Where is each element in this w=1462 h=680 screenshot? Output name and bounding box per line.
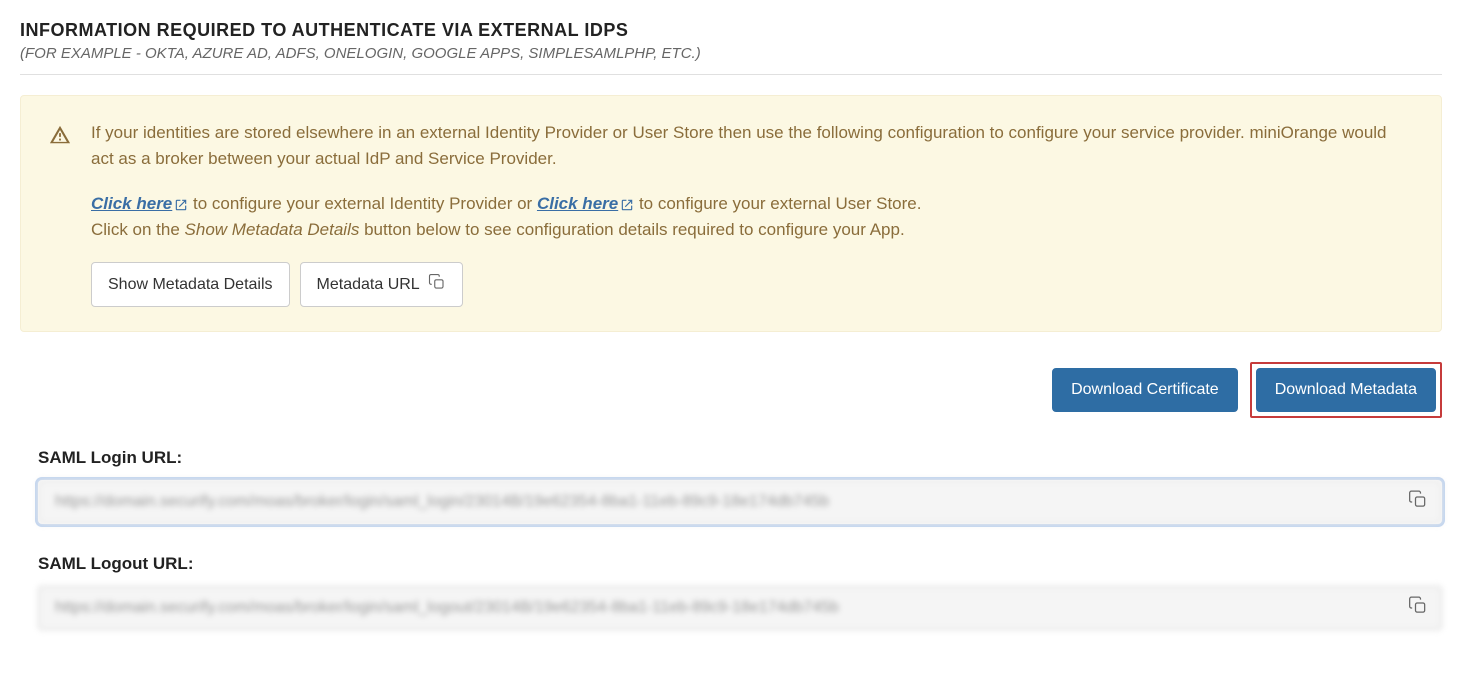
- section-title: INFORMATION REQUIRED TO AUTHENTICATE VIA…: [20, 20, 1442, 41]
- configure-idp-link[interactable]: Click here: [91, 194, 188, 213]
- external-link-icon: [620, 198, 634, 212]
- configure-userstore-link[interactable]: Click here: [537, 194, 634, 213]
- section-subtitle: (FOR EXAMPLE - OKTA, AZURE AD, ADFS, ONE…: [20, 45, 1442, 62]
- download-metadata-button[interactable]: Download Metadata: [1256, 368, 1436, 412]
- saml-logout-label: SAML Logout URL:: [38, 554, 1442, 574]
- alert-paragraph-1: If your identities are stored elsewhere …: [91, 120, 1413, 171]
- download-row: Download Certificate Download Metadata: [20, 362, 1442, 418]
- copy-icon: [428, 273, 446, 296]
- copy-icon[interactable]: [1408, 596, 1428, 621]
- download-certificate-button[interactable]: Download Certificate: [1052, 368, 1238, 412]
- saml-logout-url-input[interactable]: [38, 586, 1442, 630]
- show-metadata-button[interactable]: Show Metadata Details: [91, 262, 290, 307]
- warning-icon: [49, 124, 71, 307]
- alert-paragraph-2: Click here to configure your external Id…: [91, 191, 1413, 242]
- external-link-icon: [174, 198, 188, 212]
- saml-login-input-wrapper: [38, 480, 1442, 524]
- info-alert: If your identities are stored elsewhere …: [20, 95, 1442, 332]
- download-metadata-highlight: Download Metadata: [1250, 362, 1442, 418]
- alert-button-row: Show Metadata Details Metadata URL: [91, 262, 1413, 307]
- saml-login-url-input[interactable]: [38, 480, 1442, 524]
- divider: [20, 74, 1442, 75]
- saml-login-label: SAML Login URL:: [38, 448, 1442, 468]
- alert-content: If your identities are stored elsewhere …: [91, 120, 1413, 307]
- metadata-url-button[interactable]: Metadata URL: [300, 262, 463, 307]
- saml-logout-input-wrapper: [38, 586, 1442, 630]
- copy-icon[interactable]: [1408, 490, 1428, 515]
